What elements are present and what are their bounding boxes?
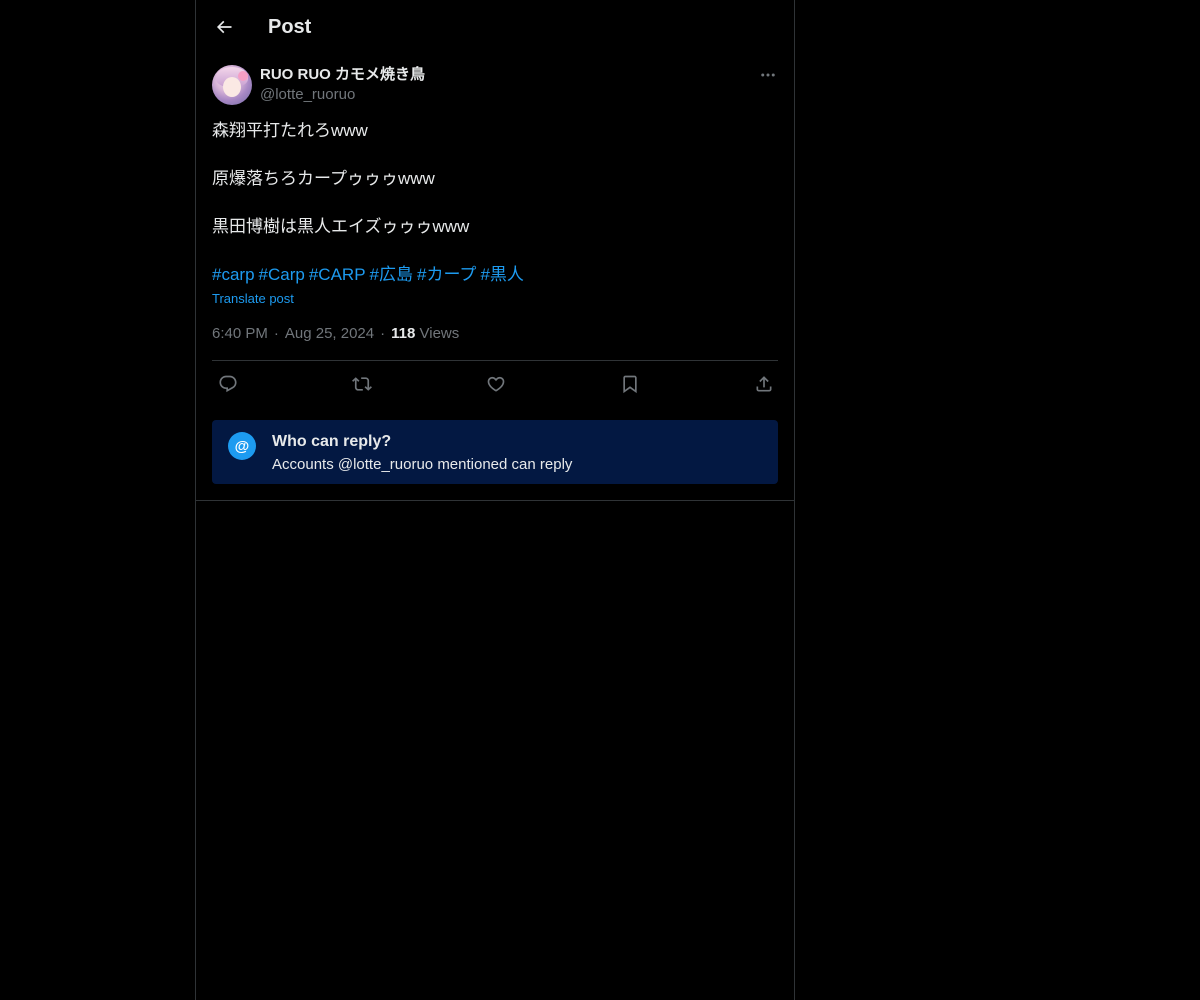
post-text-line: 森翔平打たれろwww [212,121,368,140]
hashtag-link[interactable]: #黒人 [480,265,523,284]
arrow-left-icon [216,20,232,34]
post-header: Post [196,0,794,54]
author-display-name[interactable]: RUO RUO カモメ焼き鳥 [260,65,425,85]
more-horizontal-icon [761,73,775,77]
more-options-button[interactable] [757,64,779,86]
bookmark-icon [623,375,637,394]
views-count: 118 [391,325,416,342]
repost-button[interactable] [350,372,374,396]
hashtag-link[interactable]: #広島 [370,265,413,284]
reply-button[interactable] [216,372,240,396]
post-time[interactable]: 6:40 PM [212,325,268,342]
hashtag-link[interactable]: #CARP [309,265,366,284]
meta-separator: · [273,325,279,342]
like-button[interactable] [484,372,508,396]
like-icon [487,376,505,392]
back-button[interactable] [208,11,240,43]
post-body: 森翔平打たれろwww 原爆落ちろカープゥゥゥwww 黒田博樹は黒人エイズゥゥゥw… [212,119,778,239]
post-text-line: 黒田博樹は黒人エイズゥゥゥwww [212,217,470,236]
bookmark-button[interactable] [618,372,642,396]
hashtag-link[interactable]: #carp [212,265,255,284]
avatar[interactable] [212,65,252,105]
views-label: Views [419,325,460,342]
hashtag-link[interactable]: #カープ [417,265,476,284]
post-date[interactable]: Aug 25, 2024 [285,325,374,342]
hashtag-link[interactable]: #Carp [259,265,305,284]
translate-post-link[interactable]: Translate post [212,290,294,308]
post-column: Post RUO RUO カモメ焼き鳥 @lotte_ruoruo 森翔平打たれ… [195,0,795,1000]
page-title: Post [268,16,312,38]
post-text-line: 原爆落ちろカープゥゥゥwww [212,169,435,188]
author-handle[interactable]: @lotte_ruoruo [260,85,355,105]
divider [196,500,794,501]
post-metadata: 6:40 PM · Aug 25, 2024 · 118 Views [212,324,459,344]
avatar-flower-shape [238,71,248,81]
divider [212,360,778,361]
reply-restriction-title: Who can reply? [272,433,392,450]
reply-restriction-subtitle: Accounts @lotte_ruoruo mentioned can rep… [272,456,573,473]
reply-restriction-notice: @ Who can reply? Accounts @lotte_ruoruo … [212,420,778,484]
share-icon [756,376,772,392]
reply-icon [219,375,237,393]
avatar-face-shape [223,77,241,97]
at-mention-icon: @ [228,432,256,460]
meta-separator: · [380,325,386,342]
hashtag-list: #carp #Carp #CARP #広島 #カープ #黒人 [212,263,528,287]
share-button[interactable] [752,372,776,396]
repost-icon [352,377,372,391]
